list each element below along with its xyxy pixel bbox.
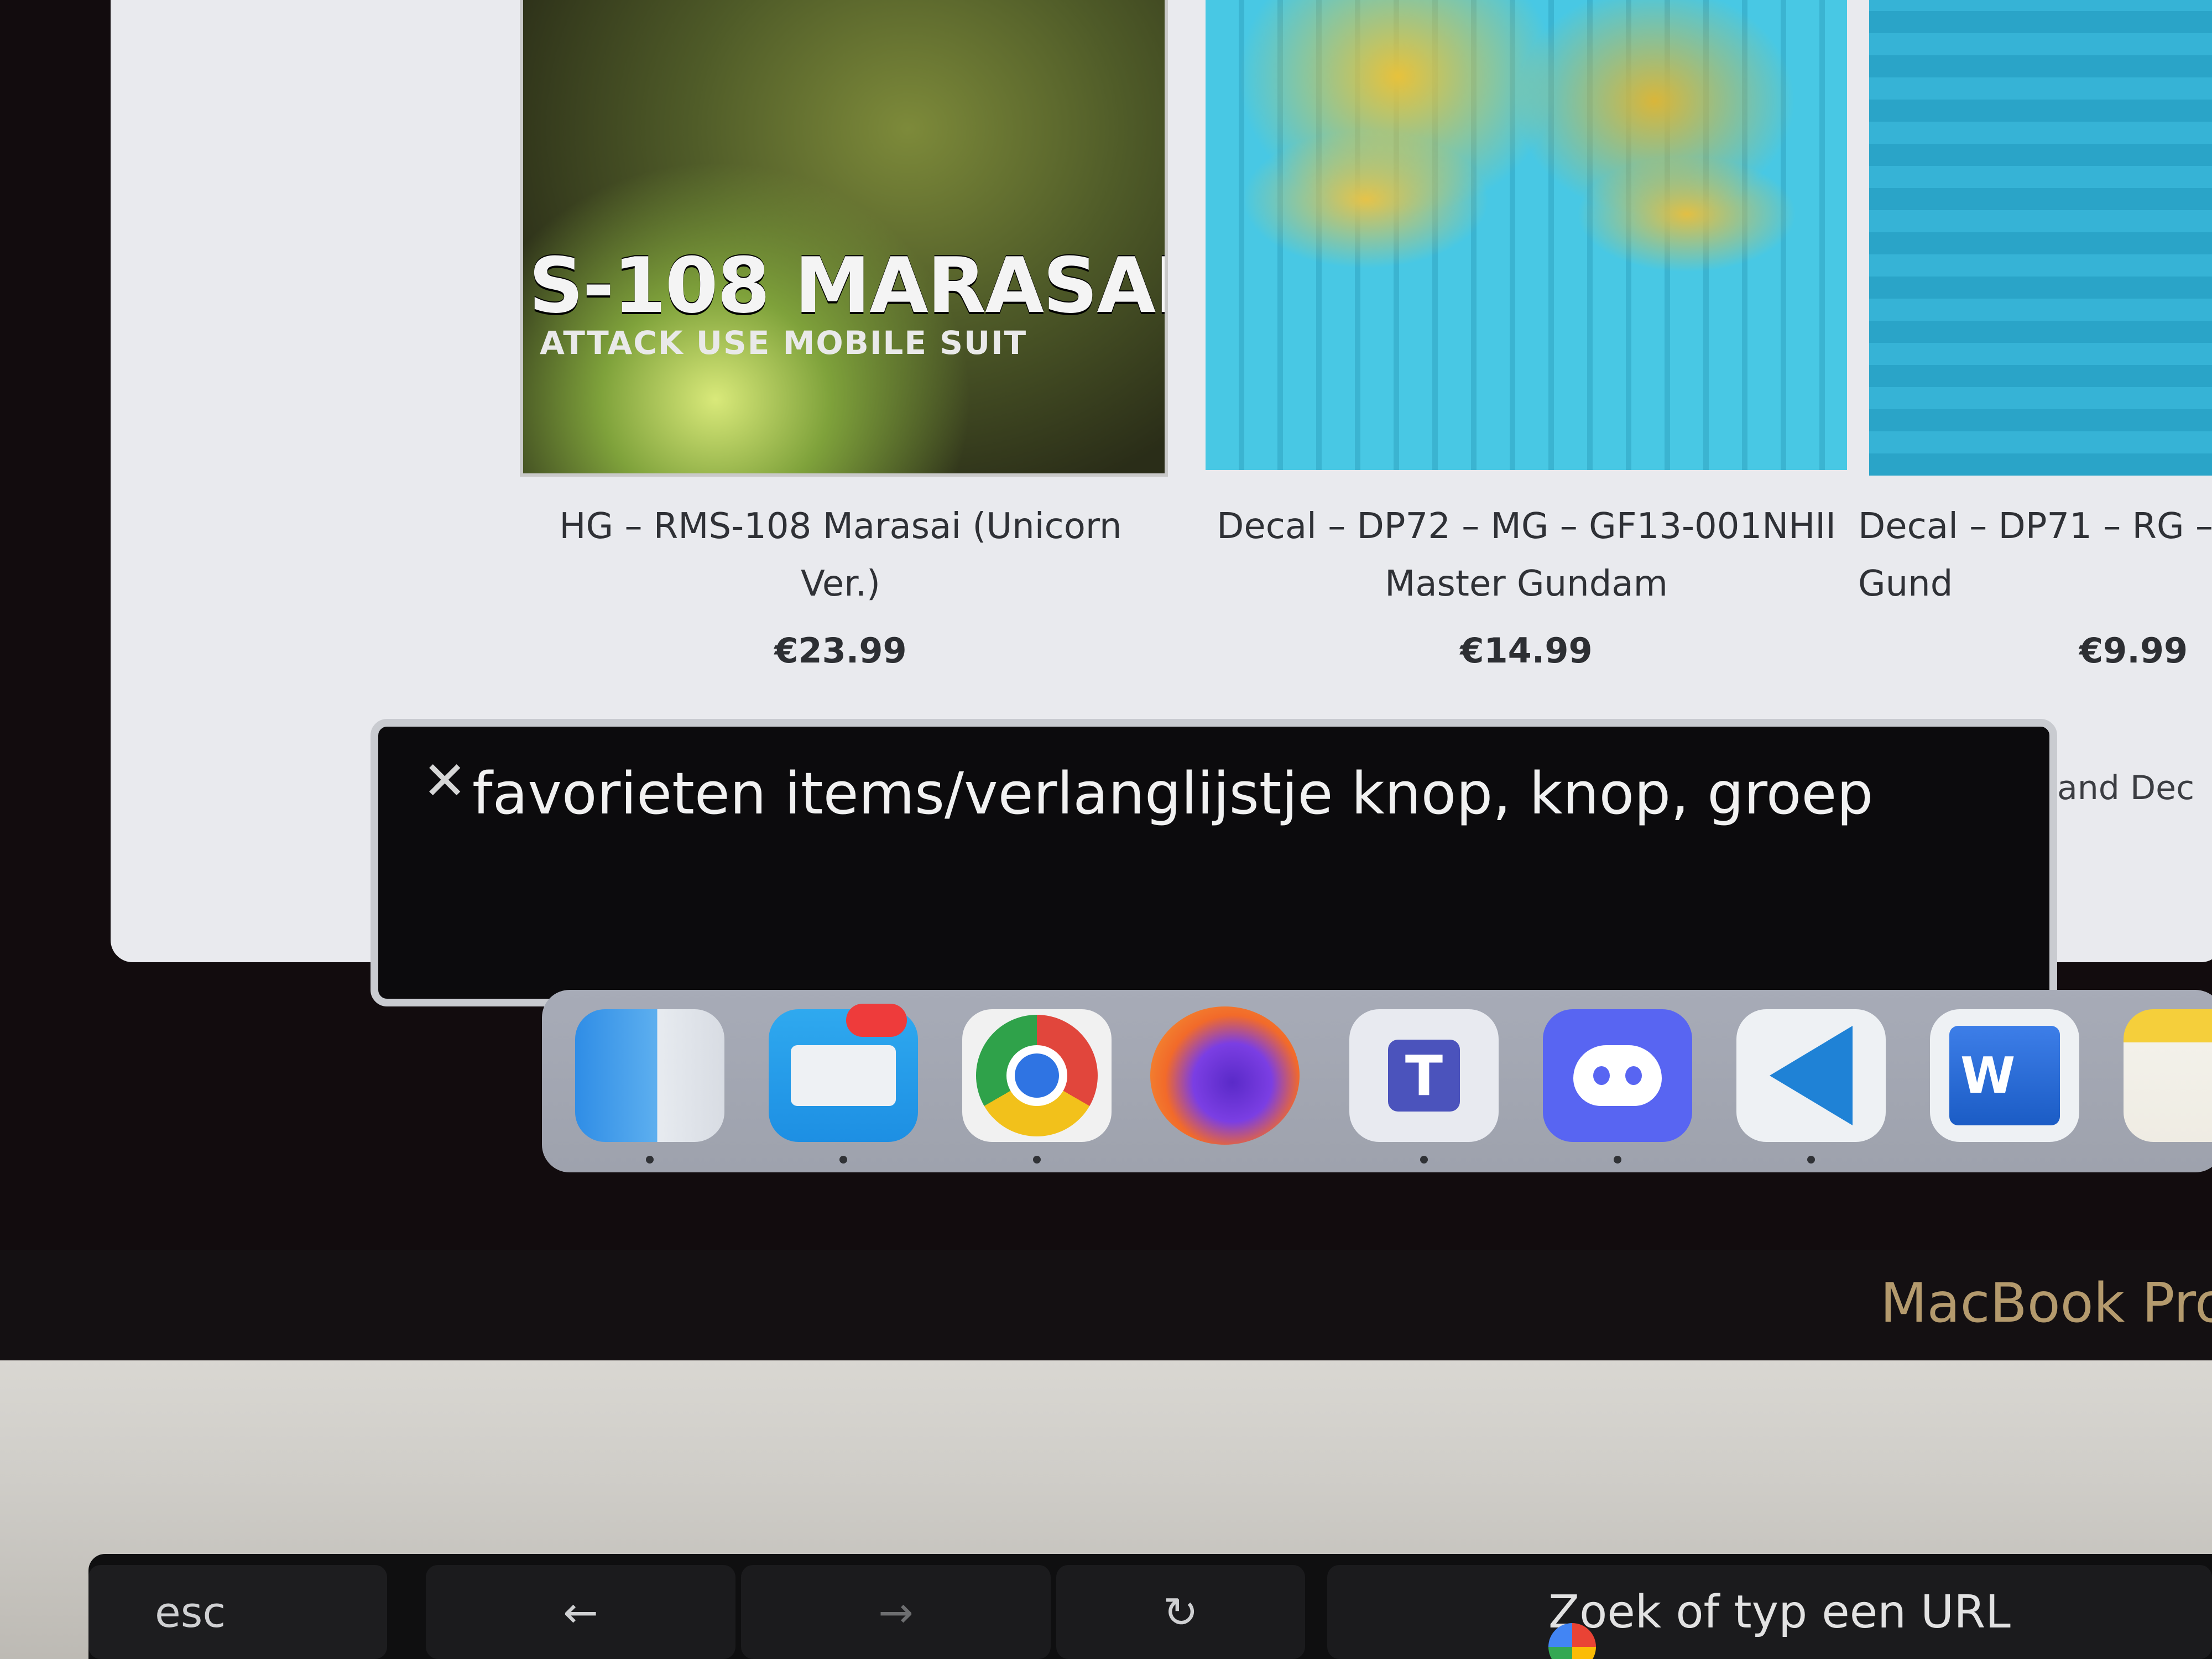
- reload-icon[interactable]: ↻: [1056, 1565, 1305, 1659]
- running-indicator: [839, 1156, 847, 1164]
- product-title-dp72[interactable]: Decal – DP72 – MG – GF13-001NHII Master …: [1206, 498, 1847, 613]
- product-price-marasai: €23.99: [774, 630, 907, 671]
- touchbar-url-field[interactable]: Zoek of typ een URL: [1327, 1565, 2212, 1659]
- voiceover-caption-text: favorieten items/verlanglijstje knop, kn…: [472, 760, 1874, 827]
- teams-icon[interactable]: T: [1349, 1009, 1499, 1142]
- discord-icon[interactable]: [1543, 1009, 1692, 1142]
- partial-category-text: and Dec: [2057, 769, 2195, 807]
- box-art-subtitle: ATTACK USE MOBILE SUIT: [540, 324, 1027, 362]
- product-image-dp72[interactable]: [1206, 0, 1847, 470]
- back-arrow-icon[interactable]: ←: [426, 1565, 735, 1659]
- running-indicator: [1807, 1156, 1815, 1164]
- forward-arrow-icon[interactable]: →: [741, 1565, 1051, 1659]
- product-title-marasai[interactable]: HG – RMS-108 Marasai (Unicorn Ver.): [520, 498, 1161, 613]
- running-indicator: [1033, 1156, 1041, 1164]
- esc-key[interactable]: esc: [88, 1565, 387, 1659]
- running-indicator: [1420, 1156, 1428, 1164]
- firefox-icon[interactable]: [1150, 1006, 1300, 1145]
- running-indicator: [646, 1156, 654, 1164]
- product-image-marasai[interactable]: S-108 MARASAI(UNICO ATTACK USE MOBILE SU…: [520, 0, 1168, 477]
- product-price-dp72: €14.99: [1460, 630, 1593, 671]
- word-icon[interactable]: W: [1930, 1009, 2079, 1142]
- notification-badge: [846, 1004, 907, 1037]
- laptop-screen: S-108 MARASAI(UNICO ATTACK USE MOBILE SU…: [0, 0, 2212, 1250]
- mail-icon[interactable]: [769, 1004, 918, 1142]
- close-icon[interactable]: ✕: [422, 754, 467, 807]
- vscode-icon[interactable]: [1736, 1009, 1886, 1142]
- product-title-dp71[interactable]: Decal – DP71 – RG – God Gund: [1858, 498, 2212, 613]
- photo-scene: S-108 MARASAI(UNICO ATTACK USE MOBILE SU…: [0, 0, 2212, 1659]
- chrome-icon[interactable]: [962, 1009, 1112, 1142]
- notes-icon[interactable]: [2124, 1009, 2212, 1142]
- product-price-dp71: €9.99: [2079, 630, 2188, 671]
- teams-letter: T: [1388, 1040, 1460, 1112]
- bezel-label: MacBook Pro: [1880, 1272, 2212, 1335]
- finder-icon[interactable]: [575, 1009, 724, 1142]
- word-letter: W: [1949, 1026, 2060, 1125]
- voiceover-caption-panel: ✕ favorieten items/verlanglijstje knop, …: [371, 719, 2057, 1006]
- box-art-title: S-108 MARASAI(UNICO: [529, 241, 1165, 330]
- product-image-dp71[interactable]: [1869, 0, 2212, 476]
- running-indicator: [1614, 1156, 1621, 1164]
- dock: T W: [542, 990, 2212, 1172]
